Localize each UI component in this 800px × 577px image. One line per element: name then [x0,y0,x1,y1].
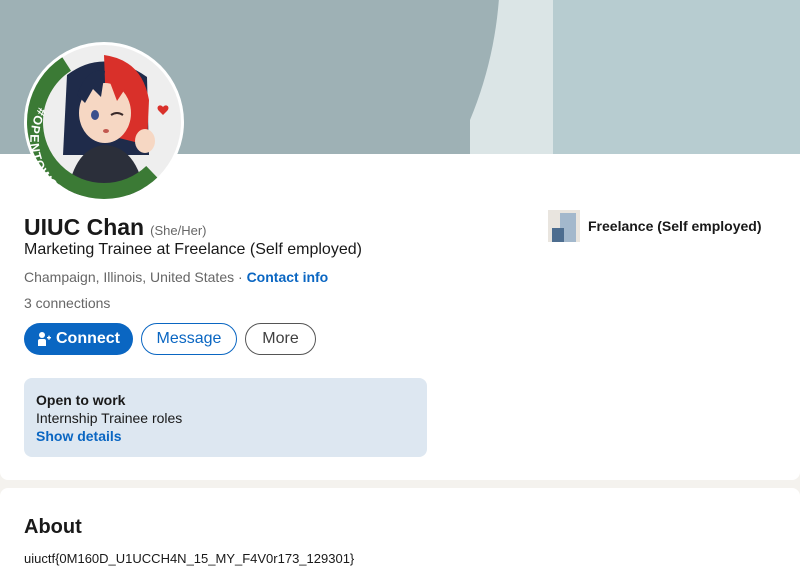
profile-location: Champaign, Illinois, United States [24,269,235,285]
message-button-label: Message [156,330,222,347]
open-to-work-card: Open to work Internship Trainee roles Sh… [24,378,427,457]
company-logo-icon [548,210,580,242]
current-company[interactable]: Freelance (Self employed) [548,210,762,242]
banner-shape-blue [553,0,800,154]
open-to-work-roles: Internship Trainee roles [36,410,183,426]
connect-button[interactable]: Connect [24,323,133,355]
location-separator: · [234,269,247,285]
location-row: Champaign, Illinois, United States · Con… [24,269,328,285]
more-button[interactable]: More [245,323,316,355]
more-button-label: More [262,330,299,347]
about-title: About [24,516,82,538]
profile-card: #OPENTOWORK UIUC Chan (She/Her) Marketin… [0,0,800,480]
opentowork-badge-text: #OPENTOWORK [27,106,74,199]
contact-info-link[interactable]: Contact info [247,269,329,285]
profile-headline: Marketing Trainee at Freelance (Self emp… [24,241,362,258]
profile-name: UIUC Chan [24,214,145,240]
name-row: UIUC Chan (She/Her) [24,214,206,241]
person-add-icon [37,331,51,347]
svg-text:#OPENTOWORK: #OPENTOWORK [27,106,76,199]
connections-count[interactable]: 3 connections [24,295,110,311]
avatar[interactable]: #OPENTOWORK [24,42,184,202]
message-button[interactable]: Message [141,323,237,355]
company-name: Freelance (Self employed) [588,218,762,234]
open-to-work-title: Open to work [36,392,126,408]
profile-pronouns: (She/Her) [150,223,207,238]
connect-button-label: Connect [56,330,120,347]
about-section: About uiuctf{0M160D_U1UCCH4N_15_MY_F4V0r… [0,488,800,577]
show-details-link[interactable]: Show details [36,428,415,444]
opentowork-badge: #OPENTOWORK [27,106,76,199]
about-text: uiuctf{0M160D_U1UCCH4N_15_MY_F4V0r173_12… [24,551,355,566]
